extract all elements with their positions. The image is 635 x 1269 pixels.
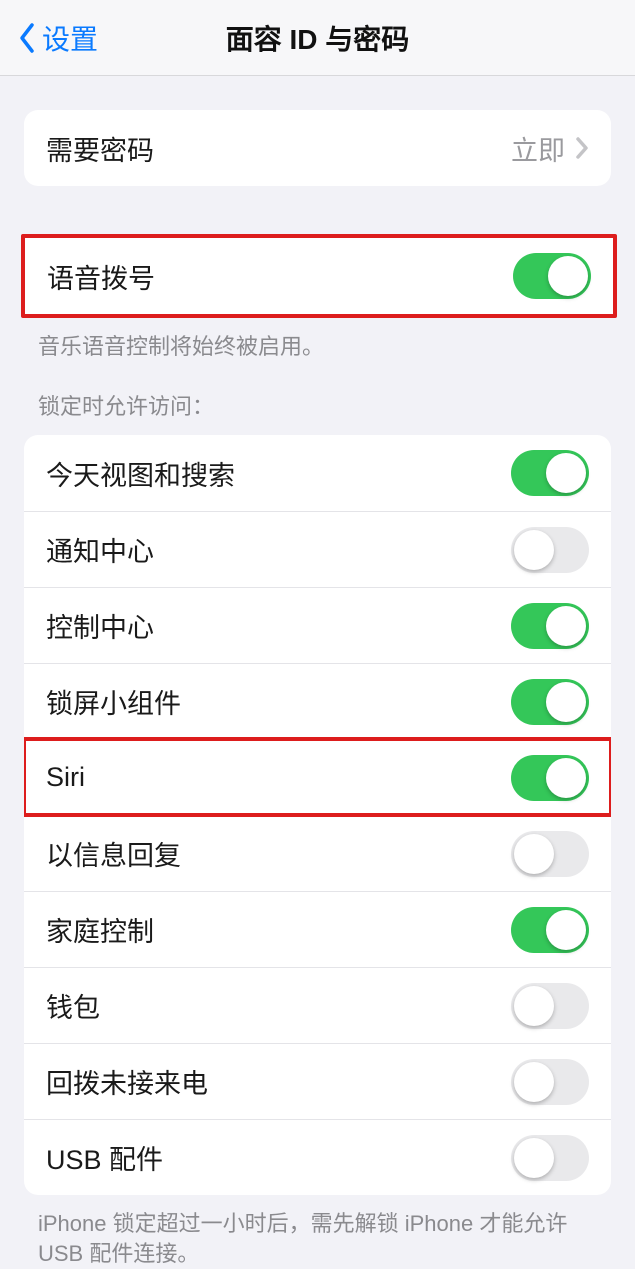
require-passcode-value-text: 立即 xyxy=(511,129,565,168)
locked-item-label: 家庭控制 xyxy=(46,910,154,949)
locked-item-toggle[interactable] xyxy=(511,679,589,725)
locked-item-row: 控制中心 xyxy=(24,587,611,663)
locked-item-label: 锁屏小组件 xyxy=(46,682,181,721)
locked-item-label: Siri xyxy=(46,762,85,793)
locked-item-label: 钱包 xyxy=(46,986,100,1025)
locked-item-toggle[interactable] xyxy=(511,450,589,496)
locked-item-row: 家庭控制 xyxy=(24,891,611,967)
locked-item-row: 钱包 xyxy=(24,967,611,1043)
require-passcode-row[interactable]: 需要密码 立即 xyxy=(24,110,611,186)
locked-item-label: 控制中心 xyxy=(46,606,154,645)
locked-item-toggle[interactable] xyxy=(511,983,589,1029)
locked-item-toggle[interactable] xyxy=(511,907,589,953)
back-button[interactable]: 设置 xyxy=(0,18,98,58)
locked-item-label: 以信息回复 xyxy=(46,834,181,873)
voice-dial-label: 语音拨号 xyxy=(47,257,155,296)
header-bar: 设置 面容 ID 与密码 xyxy=(0,0,635,76)
locked-access-footer: iPhone 锁定超过一小时后，需先解锁 iPhone 才能允许 USB 配件连… xyxy=(38,1209,597,1268)
locked-item-toggle[interactable] xyxy=(511,1135,589,1181)
locked-item-row: 锁屏小组件 xyxy=(24,663,611,739)
locked-item-label: 通知中心 xyxy=(46,530,154,569)
locked-item-toggle[interactable] xyxy=(511,755,589,801)
locked-item-row: USB 配件 xyxy=(24,1119,611,1195)
locked-item-row: Siri xyxy=(24,739,611,815)
locked-item-row: 通知中心 xyxy=(24,511,611,587)
locked-item-toggle[interactable] xyxy=(511,831,589,877)
voice-dial-footer: 音乐语音控制将始终被启用。 xyxy=(38,332,597,362)
locked-item-row: 今天视图和搜索 xyxy=(24,435,611,511)
locked-access-group: 今天视图和搜索通知中心控制中心锁屏小组件 Siri 以信息回复家庭控制钱包回拨未接来… xyxy=(24,435,611,1195)
chevron-right-icon xyxy=(575,136,589,160)
require-passcode-label: 需要密码 xyxy=(46,129,154,168)
require-passcode-group: 需要密码 立即 xyxy=(24,110,611,186)
locked-item-label: 回拨未接来电 xyxy=(46,1062,208,1101)
back-label: 设置 xyxy=(42,18,98,58)
voice-dial-toggle[interactable] xyxy=(513,253,591,299)
locked-item-toggle[interactable] xyxy=(511,1059,589,1105)
require-passcode-value: 立即 xyxy=(511,129,589,168)
locked-item-label: 今天视图和搜索 xyxy=(46,454,235,493)
voice-dial-row: 语音拨号 xyxy=(25,238,613,314)
locked-item-row: 以信息回复 xyxy=(24,815,611,891)
locked-item-row: 回拨未接来电 xyxy=(24,1043,611,1119)
locked-access-header: 锁定时允许访问： xyxy=(38,392,597,422)
chevron-left-icon xyxy=(16,21,38,55)
locked-item-toggle[interactable] xyxy=(511,603,589,649)
locked-item-toggle[interactable] xyxy=(511,527,589,573)
voice-dial-group: 语音拨号 xyxy=(21,234,617,318)
locked-item-label: USB 配件 xyxy=(46,1138,163,1177)
